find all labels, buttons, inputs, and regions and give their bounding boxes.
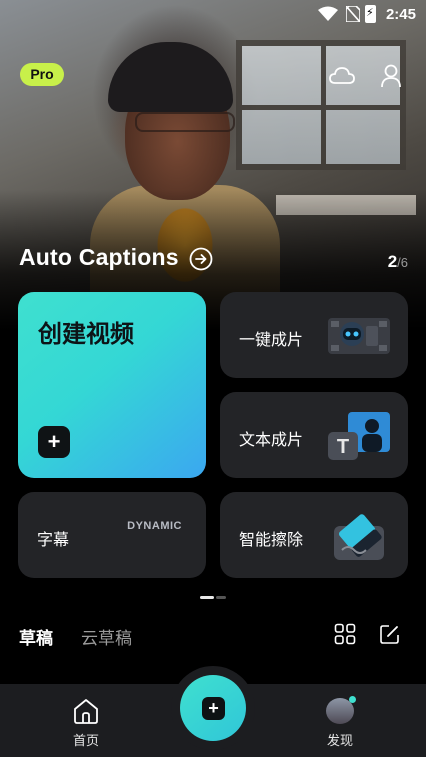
user-icon[interactable]	[377, 63, 405, 89]
edit-icon[interactable]	[379, 623, 401, 645]
cloud-icon[interactable]	[328, 63, 356, 89]
plus-icon: +	[38, 426, 70, 458]
subtitles-card[interactable]: 字幕 DYNAMIC	[18, 492, 206, 578]
home-icon	[74, 699, 98, 724]
status-time: 2:45	[385, 6, 416, 23]
nav-discover-label: 发现	[326, 733, 353, 748]
subtitles-label: 字幕	[37, 532, 70, 549]
person-glasses	[135, 112, 235, 132]
robot-film-icon	[328, 318, 390, 354]
tab-drafts[interactable]: 草稿	[19, 624, 53, 649]
nav-discover[interactable]: 发现	[313, 696, 367, 752]
wifi-icon	[318, 6, 338, 21]
one-click-video-label: 一键成片	[239, 332, 304, 349]
card-page-indicator	[200, 596, 226, 599]
banner-page-current: 2	[387, 252, 398, 271]
notification-dot	[349, 696, 356, 703]
create-video-label: 创建视频	[38, 321, 134, 348]
indicator-inactive	[216, 596, 226, 599]
nav-home[interactable]: 首页	[60, 698, 112, 752]
grid-view-icon[interactable]	[334, 623, 356, 645]
hero-banner-image[interactable]	[0, 0, 426, 330]
nav-home-label: 首页	[72, 733, 99, 748]
plus-icon: +	[202, 697, 225, 720]
text-to-video-label: 文本成片	[239, 432, 304, 449]
banner-title[interactable]: Auto Captions	[19, 244, 179, 271]
one-click-video-card[interactable]: 一键成片	[220, 292, 408, 378]
battery-charging-icon	[365, 5, 376, 23]
window-background	[236, 40, 406, 170]
create-video-card[interactable]: 创建视频 +	[18, 292, 206, 478]
banner-page-indicator: 2/6	[388, 252, 408, 272]
dynamic-badge: DYNAMIC	[127, 520, 182, 532]
indicator-active	[200, 596, 214, 599]
sim-off-icon	[346, 6, 360, 22]
banner-page-total: /6	[397, 255, 408, 270]
smart-erase-card[interactable]: 智能擦除	[220, 492, 408, 578]
status-bar: 2:45	[0, 0, 426, 30]
svg-text:T: T	[337, 436, 349, 458]
person-beanie	[108, 42, 233, 112]
eraser-icon	[334, 514, 384, 560]
arrow-right-circle-icon[interactable]	[189, 247, 213, 271]
smart-erase-label: 智能擦除	[239, 532, 304, 549]
text-video-icon: T	[328, 412, 390, 460]
tab-cloud-drafts[interactable]: 云草稿	[81, 624, 132, 649]
pro-badge[interactable]: Pro	[20, 63, 64, 86]
text-to-video-card[interactable]: 文本成片 T	[220, 392, 408, 478]
add-project-button[interactable]: +	[180, 675, 246, 741]
